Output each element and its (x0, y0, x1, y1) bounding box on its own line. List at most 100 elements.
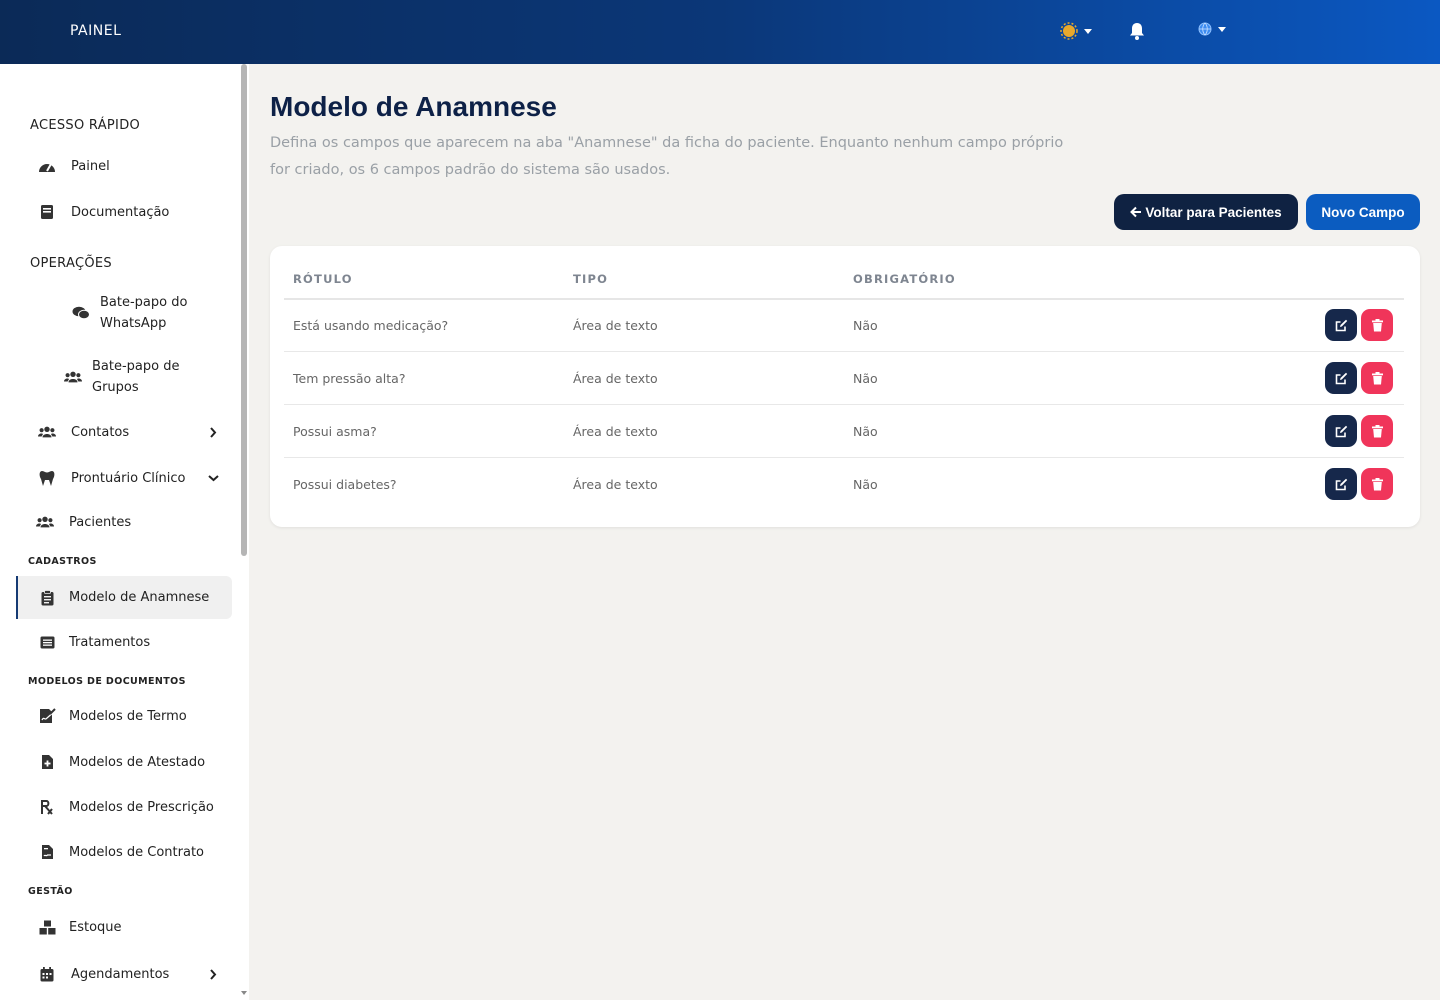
sidebar-item-modelos-atestado[interactable]: Modelos de Atestado (38, 752, 205, 772)
calendar-icon (38, 965, 56, 983)
bell-icon (1130, 23, 1144, 40)
prescription-icon (38, 798, 56, 816)
chevron-right-icon (210, 969, 217, 980)
chevron-down-icon (1218, 26, 1226, 32)
sidebar-item-prontuario[interactable]: Prontuário Clínico (38, 468, 228, 488)
edit-button[interactable] (1325, 362, 1357, 394)
sidebar-item-label: Modelos de Prescrição (69, 799, 214, 815)
theme-toggle[interactable] (1060, 22, 1092, 40)
book-icon (38, 203, 56, 221)
delete-button[interactable] (1361, 415, 1393, 447)
delete-button[interactable] (1361, 309, 1393, 341)
signature-icon (38, 707, 56, 725)
sidebar-item-label: Modelos de Termo (69, 708, 187, 724)
new-button-label: Novo Campo (1321, 204, 1405, 220)
sidebar-item-painel[interactable]: Painel (38, 156, 110, 176)
cell-required: Não (853, 477, 878, 492)
column-header-required: OBRIGATÓRIO (853, 272, 956, 286)
cell-label: Possui diabetes? (293, 477, 397, 492)
trash-icon (1371, 424, 1383, 437)
sidebar-item-label: Bate-papo do WhatsApp (100, 295, 188, 331)
trash-icon (1371, 477, 1383, 490)
sidebar-item-modelos-contrato[interactable]: Modelos de Contrato (38, 842, 204, 862)
brand-title[interactable]: PAINEL (70, 23, 121, 39)
trash-icon (1371, 318, 1383, 331)
boxes-icon (38, 918, 56, 936)
sidebar-item-label: Contatos (71, 424, 130, 440)
cell-type: Área de texto (573, 424, 658, 439)
table-row: Possui asma? Área de texto Não (284, 405, 1404, 458)
sidebar: ACESSO RÁPIDO Painel Documentação OPERAÇ… (0, 64, 249, 1000)
page-title: Modelo de Anamnese (270, 91, 557, 122)
edit-button[interactable] (1325, 415, 1357, 447)
section-title-gestao: GESTÃO (28, 886, 73, 897)
sidebar-item-label: Prontuário Clínico (71, 470, 186, 486)
new-field-button[interactable]: Novo Campo (1306, 194, 1420, 230)
notifications-button[interactable] (1129, 22, 1145, 40)
language-selector[interactable] (1198, 22, 1226, 36)
delete-button[interactable] (1361, 468, 1393, 500)
table-row: Está usando medicação? Área de texto Não (284, 299, 1404, 352)
comments-icon (72, 304, 90, 322)
file-contract-icon (38, 843, 56, 861)
back-button-label: Voltar para Pacientes (1145, 204, 1282, 220)
sidebar-item-modelos-termo[interactable]: Modelos de Termo (38, 706, 187, 726)
column-header-label: RÓTULO (293, 272, 353, 286)
chevron-down-icon (1084, 28, 1092, 34)
table-row: Possui diabetes? Área de texto Não (284, 458, 1404, 511)
edit-icon (1335, 425, 1347, 437)
cell-required: Não (853, 424, 878, 439)
column-header-type: TIPO (573, 272, 609, 286)
edit-icon (1335, 319, 1347, 331)
back-to-patients-button[interactable]: Voltar para Pacientes (1114, 194, 1298, 230)
trash-icon (1371, 371, 1383, 384)
clipboard-icon (38, 589, 56, 607)
cell-type: Área de texto (573, 371, 658, 386)
sidebar-item-label: Modelos de Atestado (69, 754, 206, 770)
sidebar-item-label: Pacientes (69, 514, 132, 530)
fields-table-card: RÓTULO TIPO OBRIGATÓRIO Está usando medi… (270, 246, 1420, 527)
sidebar-item-group-chat[interactable]: Bate-papo de Grupos (64, 356, 179, 398)
sidebar-item-label: Bate-papo de Grupos (92, 359, 180, 395)
scroll-down-arrow[interactable] (241, 991, 247, 995)
sidebar-item-label: Painel (71, 158, 110, 174)
sidebar-item-label: Modelo de Anamnese (69, 590, 210, 605)
list-icon (38, 633, 56, 651)
sidebar-scrollbar[interactable] (241, 64, 247, 556)
top-bar: PAINEL (0, 0, 1440, 64)
sidebar-item-label: Tratamentos (69, 634, 151, 650)
sun-icon (1060, 22, 1078, 40)
sidebar-item-estoque[interactable]: Estoque (38, 917, 122, 937)
cell-required: Não (853, 371, 878, 386)
sidebar-item-label: Modelos de Contrato (69, 844, 205, 860)
cell-label: Tem pressão alta? (293, 371, 406, 386)
chevron-right-icon (210, 427, 217, 438)
edit-icon (1335, 372, 1347, 384)
cell-label: Está usando medicação? (293, 318, 449, 333)
section-title-cadastros: CADASTROS (28, 556, 97, 567)
sidebar-item-label: Estoque (69, 919, 122, 935)
sidebar-item-modelo-anamnese[interactable]: Modelo de Anamnese (16, 576, 232, 619)
sidebar-item-modelos-prescricao[interactable]: Modelos de Prescrição (38, 797, 214, 817)
page-description: Defina os campos que aparecem na aba "An… (270, 135, 1064, 178)
globe-icon (1198, 22, 1212, 36)
arrow-left-icon (1130, 206, 1142, 218)
edit-icon (1335, 478, 1347, 490)
dashboard-icon (38, 157, 56, 175)
cell-required: Não (853, 318, 878, 333)
main-content: Modelo de Anamnese Defina os campos que … (249, 64, 1440, 1000)
cell-type: Área de texto (573, 318, 658, 333)
sidebar-item-label: Agendamentos (71, 966, 170, 982)
sidebar-item-whatsapp-chat[interactable]: Bate-papo do WhatsApp (72, 292, 187, 334)
sidebar-item-tratamentos[interactable]: Tratamentos (38, 632, 150, 652)
cell-label: Possui asma? (293, 424, 377, 439)
sidebar-item-contatos[interactable]: Contatos (38, 422, 228, 442)
chevron-down-icon (208, 475, 219, 482)
file-medical-icon (38, 753, 56, 771)
sidebar-item-pacientes[interactable]: Pacientes (36, 512, 131, 532)
edit-button[interactable] (1325, 309, 1357, 341)
sidebar-item-documentacao[interactable]: Documentação (38, 202, 169, 222)
edit-button[interactable] (1325, 468, 1357, 500)
delete-button[interactable] (1361, 362, 1393, 394)
sidebar-item-agendamentos[interactable]: Agendamentos (38, 964, 228, 984)
